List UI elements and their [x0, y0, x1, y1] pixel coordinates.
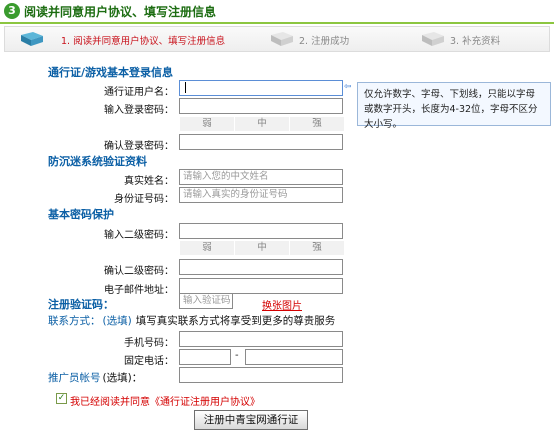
section-anti-addiction-title: 防沉迷系统验证资料 [48, 155, 147, 168]
confirm-password-input[interactable] [179, 134, 343, 150]
text-caret [185, 82, 186, 93]
confirm-password2-label: 确认二级密码： [104, 266, 174, 277]
contact-title: 联系方式： [48, 315, 101, 327]
contact-heading: 联系方式： (选填) 填写真实联系方式将享受到更多的尊贵服务 [48, 313, 335, 328]
phone-area-input[interactable] [179, 349, 231, 365]
section-protection-title: 基本密码保护 [48, 208, 114, 221]
promoter-input[interactable] [179, 367, 343, 383]
strength-medium: 中 [234, 241, 289, 255]
captcha-input[interactable]: 输入验证码 [179, 293, 233, 309]
strength-strong: 强 [289, 241, 344, 255]
agree-checkbox[interactable]: ✓ [56, 393, 67, 404]
email-input[interactable] [179, 278, 343, 294]
phone-label: 固定电话： [124, 356, 174, 367]
promoter-heading: 推广员帐号 (选填)： [48, 370, 142, 385]
step-2-icon [271, 32, 293, 46]
step-indicator: 1. 阅读并同意用户协议、填写注册信息 2. 注册成功 3. 补充资料 [4, 26, 550, 52]
username-label: 通行证用户名： [104, 87, 174, 98]
strength-medium: 中 [234, 117, 289, 131]
contact-optional: (选填) [102, 315, 132, 327]
contact-desc: 填写真实联系方式将享受到更多的尊贵服务 [135, 315, 336, 327]
register-submit-button[interactable]: 注册中青宝网通行证 [194, 410, 308, 430]
mobile-input[interactable] [179, 331, 343, 347]
section-login-title: 通行证/游戏基本登录信息 [48, 66, 174, 79]
username-tip: 仅允许数字、字母、下划线，只能以字母或数字开头，长度为4-32位，字母不区分大小… [357, 82, 551, 130]
phone-dash: - [235, 350, 239, 361]
captcha-title: 注册验证码： [48, 298, 114, 311]
agreement-link[interactable]: 我已经阅读并同意《通行证注册用户协议》 [70, 393, 260, 408]
phone-number-input[interactable] [245, 349, 343, 365]
page-title: 阅读并同意用户协议、填写注册信息 [24, 5, 217, 19]
step-3-label: 3. 补充资料 [450, 36, 501, 47]
email-label: 电子邮件地址： [104, 285, 174, 296]
header-icon: 3 [4, 3, 20, 19]
confirm-password-label: 确认登录密码： [104, 141, 174, 152]
password2-strength: 弱 中 强 [179, 241, 344, 255]
password-label: 输入登录密码： [104, 105, 174, 116]
step-1-icon [21, 32, 43, 46]
strength-weak: 弱 [179, 241, 234, 255]
password-input[interactable] [179, 98, 343, 114]
step-1-label: 1. 阅读并同意用户协议、填写注册信息 [61, 36, 226, 47]
strength-strong: 强 [289, 117, 344, 131]
header-divider [0, 22, 554, 24]
idcard-label: 身份证号码： [114, 194, 174, 205]
password2-label: 输入二级密码： [104, 230, 174, 241]
mobile-label: 手机号码： [124, 338, 174, 349]
step-3-icon [422, 32, 444, 46]
info-arrow-icon: ⇦ [344, 82, 352, 92]
realname-input[interactable]: 请输入您的中文姓名 [179, 169, 343, 185]
password-strength: 弱 中 强 [179, 117, 344, 131]
promoter-optional: (选填)： [102, 372, 143, 384]
idcard-input[interactable]: 请输入真实的身份证号码 [179, 187, 343, 203]
refresh-captcha-link[interactable]: 换张图片 [262, 297, 302, 312]
realname-label: 真实姓名： [124, 176, 174, 187]
password2-input[interactable] [179, 223, 343, 239]
promoter-title: 推广员帐号 [48, 372, 101, 384]
step-2-label: 2. 注册成功 [299, 36, 350, 47]
confirm-password2-input[interactable] [179, 259, 343, 275]
username-input[interactable] [179, 80, 343, 96]
strength-weak: 弱 [179, 117, 234, 131]
